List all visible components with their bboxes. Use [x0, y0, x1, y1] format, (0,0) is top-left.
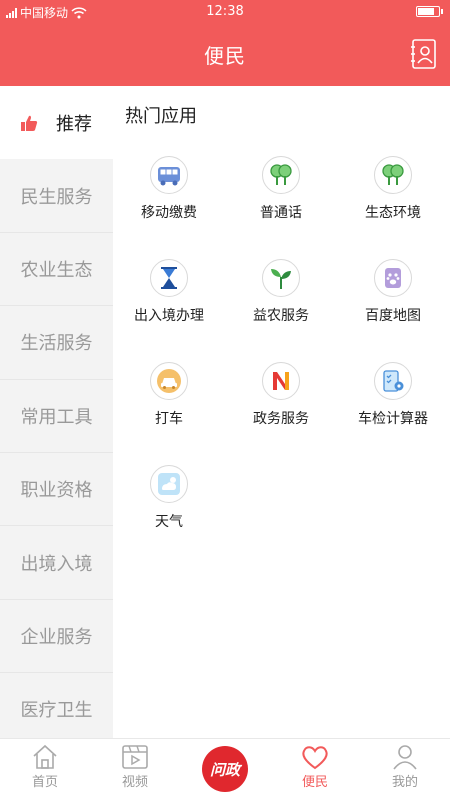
app-ecology[interactable]: 生态环境	[337, 156, 449, 229]
bus-icon	[150, 156, 188, 194]
heart-icon	[302, 746, 328, 770]
app-exit-entry[interactable]: 出入境办理	[113, 259, 225, 332]
nav-convenience[interactable]: 便民	[270, 739, 360, 800]
app-grid: 移动缴费 普通话 生态环境 出入境办理 益农服务 百度地图 打车 政务服务 车检…	[113, 156, 450, 538]
sidebar-item-medical[interactable]: 医疗卫生	[0, 673, 113, 738]
taxi-icon	[150, 362, 188, 400]
app-label: 政务服务	[253, 411, 309, 427]
app-agri-service[interactable]: 益农服务	[225, 259, 337, 332]
bottom-nav: 首页 视频 问政 便民 我的	[0, 738, 450, 800]
app-label: 天气	[155, 514, 183, 530]
sidebar-item-life-services[interactable]: 生活服务	[0, 306, 113, 380]
category-sidebar: 推荐 民生服务 农业生态 生活服务 常用工具 职业资格 出境入境 企业服务 医疗…	[0, 86, 113, 738]
sidebar-item-enterprise[interactable]: 企业服务	[0, 600, 113, 674]
page-title: 便民	[204, 44, 246, 68]
app-label: 益农服务	[253, 308, 309, 324]
sidebar-item-label: 农业生态	[20, 259, 93, 281]
tree-icon	[374, 156, 412, 194]
user-icon	[393, 745, 417, 770]
app-government-service[interactable]: 政务服务	[225, 362, 337, 435]
sidebar-item-exit-entry[interactable]: 出境入境	[0, 526, 113, 600]
nav-ask-government[interactable]: 问政	[180, 739, 270, 800]
sidebar-item-label: 生活服务	[20, 333, 93, 355]
home-icon	[33, 744, 57, 769]
app-label: 百度地图	[365, 308, 421, 324]
sidebar-item-recommend[interactable]: 推荐	[0, 86, 113, 160]
app-taxi[interactable]: 打车	[113, 362, 225, 435]
app-label: 移动缴费	[141, 205, 197, 221]
status-bar: 中国移动 12:38	[0, 0, 450, 24]
app-mandarin[interactable]: 普通话	[225, 156, 337, 229]
sidebar-item-label: 民生服务	[20, 186, 93, 208]
app-label: 出入境办理	[134, 308, 204, 324]
letter-n-icon	[262, 362, 300, 400]
battery-icon	[416, 6, 443, 17]
nav-home[interactable]: 首页	[0, 739, 90, 800]
app-label: 车检计算器	[358, 411, 428, 427]
contacts-icon[interactable]	[410, 38, 438, 70]
weather-icon	[150, 465, 188, 503]
app-panel: 热门应用 移动缴费 普通话 生态环境 出入境办理 益农服务 百度地图 打车 政务…	[113, 86, 450, 738]
sidebar-item-label: 职业资格	[20, 480, 93, 502]
app-label: 普通话	[260, 205, 302, 221]
app-vehicle-inspection-calculator[interactable]: 车检计算器	[337, 362, 449, 435]
sidebar-item-label: 常用工具	[20, 406, 93, 428]
sidebar-item-tools[interactable]: 常用工具	[0, 380, 113, 453]
section-title: 热门应用	[125, 106, 197, 127]
app-mobile-payment[interactable]: 移动缴费	[113, 156, 225, 229]
ask-government-badge: 问政	[202, 746, 248, 792]
sidebar-item-label: 医疗卫生	[20, 700, 93, 722]
video-icon	[122, 745, 148, 769]
sidebar-item-agriculture[interactable]: 农业生态	[0, 233, 113, 307]
hourglass-icon	[150, 259, 188, 297]
nav-mine[interactable]: 我的	[360, 739, 450, 800]
nav-label: 我的	[391, 775, 418, 790]
sprout-icon	[262, 259, 300, 297]
checklist-icon	[374, 362, 412, 400]
thumbs-up-icon	[21, 115, 38, 131]
app-weather[interactable]: 天气	[113, 465, 225, 538]
nav-label: 首页	[31, 775, 58, 790]
status-time: 12:38	[206, 4, 244, 19]
nav-label: 视频	[121, 775, 148, 790]
sidebar-item-label: 出境入境	[20, 553, 93, 575]
sidebar-item-livelihood[interactable]: 民生服务	[0, 159, 113, 233]
app-label: 打车	[155, 411, 183, 427]
tree-icon	[262, 156, 300, 194]
app-baidu-map[interactable]: 百度地图	[337, 259, 449, 332]
sidebar-item-label: 推荐	[56, 113, 92, 135]
sidebar-item-label: 企业服务	[20, 626, 93, 648]
top-bar: 中国移动 12:38 便民	[0, 0, 450, 86]
nav-label: 便民	[301, 775, 328, 790]
sidebar-item-qualification[interactable]: 职业资格	[0, 453, 113, 527]
nav-video[interactable]: 视频	[90, 739, 180, 800]
paw-icon	[374, 259, 412, 297]
app-label: 生态环境	[365, 205, 421, 221]
